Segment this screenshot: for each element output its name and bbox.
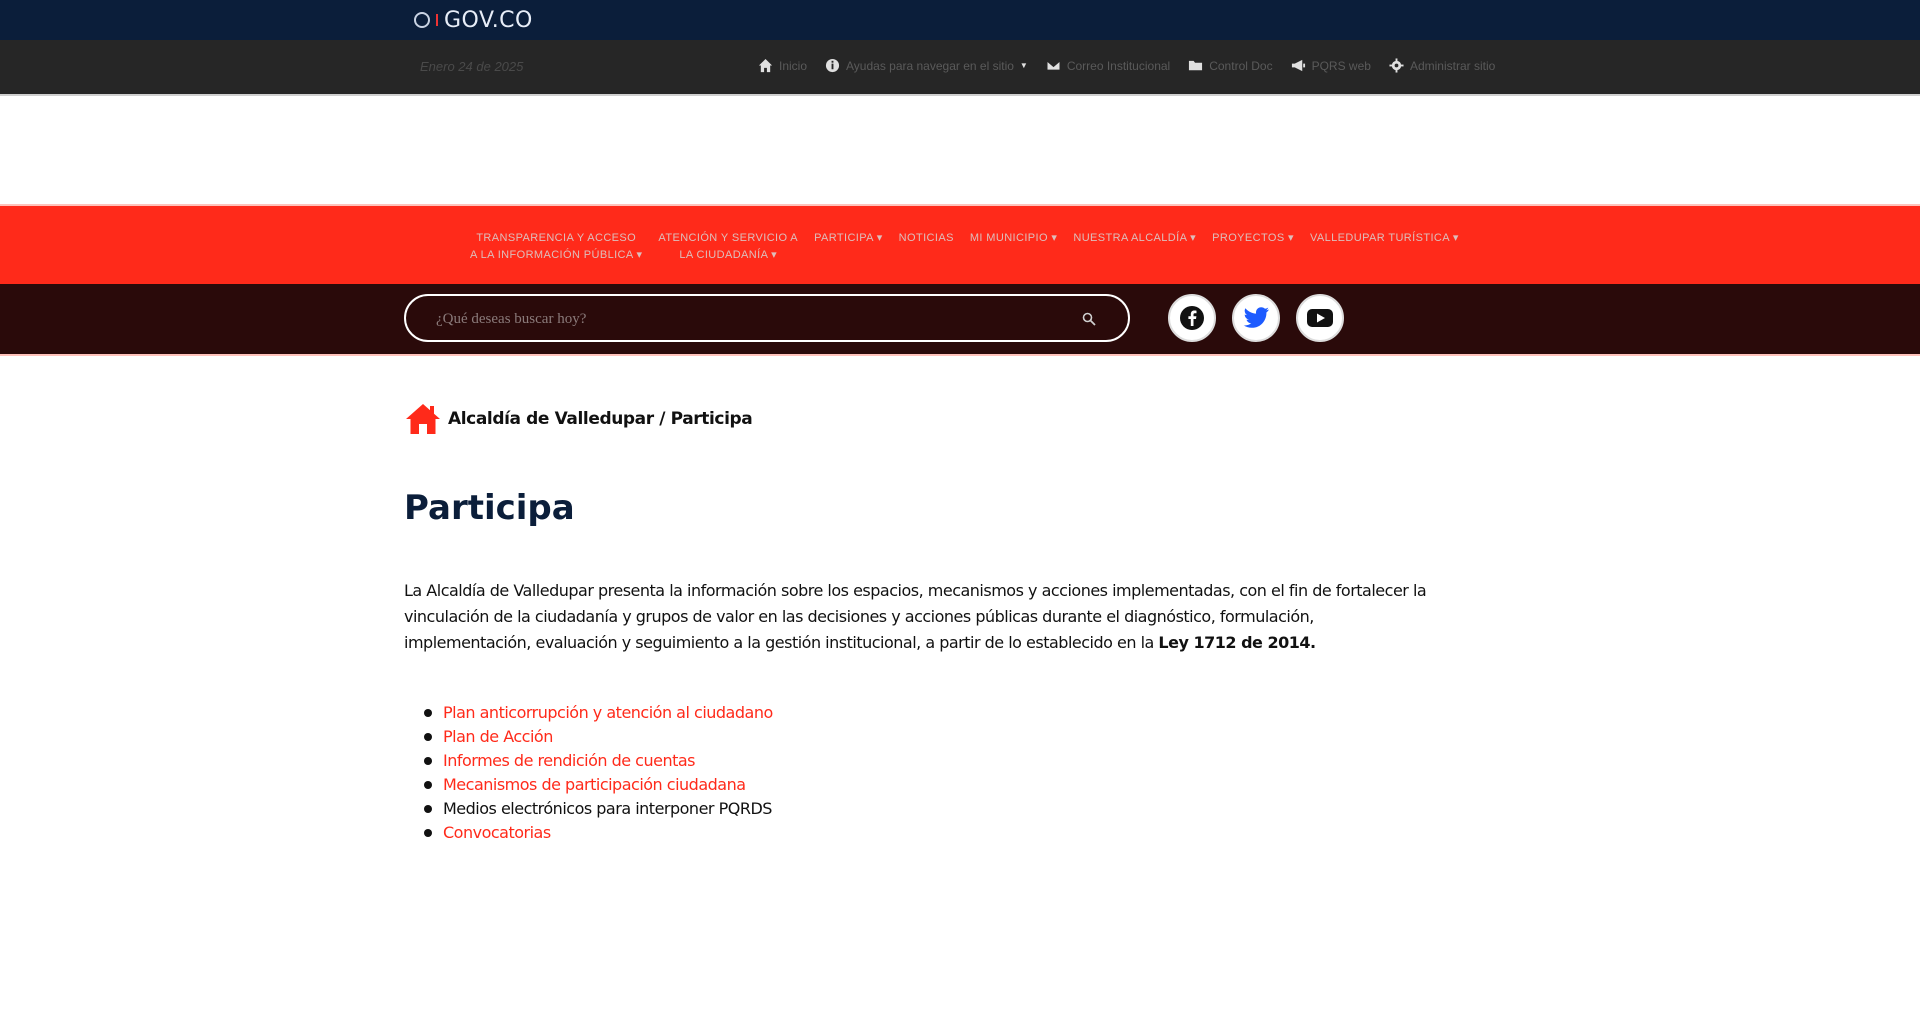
- search-box: [404, 294, 1130, 342]
- page-title: Participa: [404, 488, 575, 528]
- main-nav-label: VALLEDUPAR TURÍSTICA ▾: [1309, 232, 1459, 244]
- chevron-down-icon: ▼: [1019, 61, 1028, 70]
- top-bar: Enero 24 de 2025 Inicio Ayudas para nave…: [0, 40, 1920, 96]
- main-nav-proyectos[interactable]: PROYECTOS ▾: [1212, 230, 1294, 247]
- main-nav-valledupar-turistica[interactable]: VALLEDUPAR TURÍSTICA ▾: [1310, 230, 1459, 247]
- law-reference: Ley 1712 de 2014.: [1158, 633, 1316, 652]
- main-nav-label: LA CIUDADANÍA ▾: [679, 249, 778, 261]
- search-bar: [0, 284, 1920, 356]
- main-nav-label: NUESTRA ALCALDÍA ▾: [1073, 232, 1197, 244]
- top-nav-ayudas[interactable]: Ayudas para navegar en el sitio ▼: [825, 58, 1028, 73]
- logo-divider: [436, 14, 438, 26]
- top-nav-label: Control Doc: [1209, 58, 1273, 73]
- home-icon: [758, 58, 773, 73]
- main-nav-label: NOTICIAS: [898, 232, 954, 244]
- main-nav-label: PROYECTOS ▾: [1212, 232, 1294, 244]
- youtube-icon: [1307, 309, 1333, 327]
- info-icon: [825, 58, 840, 73]
- main-nav-label: MI MUNICIPIO ▾: [969, 232, 1058, 244]
- home-icon[interactable]: [404, 402, 442, 436]
- main-nav: TRANSPARENCIA Y ACCESO A LA INFORMACIÓN …: [0, 204, 1920, 284]
- item-medios-electronicos: Medios electrónicos para interponer PQRD…: [424, 797, 773, 821]
- twitter-link[interactable]: [1232, 294, 1280, 342]
- gov-shield-icon: [414, 12, 430, 28]
- main-nav-nuestra-alcaldia[interactable]: NUESTRA ALCALDÍA ▾: [1073, 230, 1196, 247]
- megaphone-icon: [1291, 59, 1305, 72]
- main-nav-label: PARTICIPA ▾: [814, 232, 883, 244]
- twitter-icon: [1243, 307, 1269, 328]
- main-nav-mi-municipio[interactable]: MI MUNICIPIO ▾: [970, 230, 1058, 247]
- main-nav-atencion[interactable]: ATENCIÓN Y SERVICIO A LA CIUDADANÍA ▾: [658, 230, 798, 264]
- folder-icon: [1189, 60, 1203, 71]
- youtube-link[interactable]: [1296, 294, 1344, 342]
- top-nav-label: Administrar sitio: [1409, 58, 1496, 73]
- main-nav-noticias[interactable]: NOTICIAS: [899, 230, 954, 247]
- current-date: Enero 24 de 2025: [420, 59, 524, 74]
- link-mecanismos-participacion[interactable]: Mecanismos de participación ciudadana: [424, 773, 773, 797]
- top-nav-label: Inicio: [779, 58, 808, 73]
- facebook-link[interactable]: [1168, 294, 1216, 342]
- top-nav-label: PQRS web: [1311, 58, 1371, 73]
- top-nav-admin[interactable]: Administrar sitio: [1389, 58, 1495, 73]
- gov-co-logo[interactable]: GOV.CO: [414, 6, 533, 34]
- main-nav-label: TRANSPARENCIA Y ACCESO: [476, 232, 637, 244]
- gov-logo-text: GOV.CO: [444, 7, 533, 33]
- search-icon[interactable]: [1082, 312, 1096, 326]
- link-plan-anticorrupcion[interactable]: Plan anticorrupción y atención al ciudad…: [424, 701, 773, 725]
- main-nav-label: A LA INFORMACIÓN PÚBLICA ▾: [470, 249, 643, 261]
- link-plan-de-accion[interactable]: Plan de Acción: [424, 725, 773, 749]
- search-input[interactable]: [434, 308, 1058, 330]
- link-informes-rendicion[interactable]: Informes de rendición de cuentas: [424, 749, 773, 773]
- top-nav-inicio[interactable]: Inicio: [758, 58, 807, 73]
- main-nav-label: ATENCIÓN Y SERVICIO A: [658, 232, 799, 244]
- top-nav-correo[interactable]: Correo Institucional: [1046, 58, 1170, 73]
- top-nav-pqrs[interactable]: PQRS web: [1291, 58, 1371, 73]
- main-nav-transparencia[interactable]: TRANSPARENCIA Y ACCESO A LA INFORMACIÓN …: [470, 230, 642, 264]
- facebook-icon: [1180, 306, 1204, 330]
- link-convocatorias[interactable]: Convocatorias: [424, 821, 773, 845]
- gear-icon: [1389, 58, 1404, 73]
- main-nav-participa[interactable]: PARTICIPA ▾: [814, 230, 883, 247]
- top-nav-control-doc[interactable]: Control Doc: [1188, 58, 1273, 73]
- gov-bar: GOV.CO: [0, 0, 1920, 40]
- top-nav-label: Correo Institucional: [1066, 58, 1171, 73]
- mail-icon: [1046, 60, 1061, 71]
- participa-links: Plan anticorrupción y atención al ciudad…: [424, 701, 773, 845]
- top-nav-label: Ayudas para navegar en el sitio: [846, 58, 1014, 73]
- intro-paragraph: La Alcaldía de Valledupar presenta la in…: [404, 578, 1444, 656]
- breadcrumb-text[interactable]: Alcaldía de Valledupar / Participa: [448, 409, 753, 429]
- breadcrumb: Alcaldía de Valledupar / Participa: [404, 402, 753, 436]
- top-nav: Inicio Ayudas para navegar en el sitio ▼…: [758, 58, 1495, 73]
